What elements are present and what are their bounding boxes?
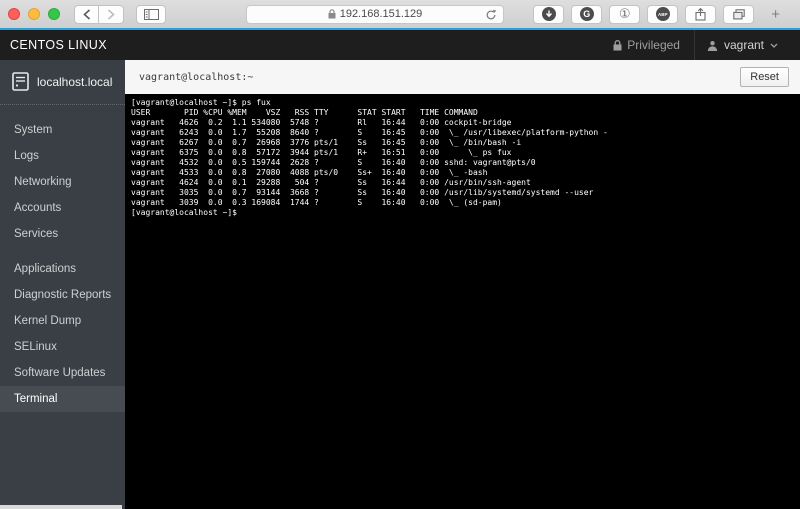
terminal-header: vagrant@localhost:~ Reset [125, 60, 800, 94]
grammarly-icon: G [580, 7, 594, 21]
sidebar-nav: System Logs Networking Accounts Services… [0, 105, 125, 412]
navbar-right: Privileged vagrant [599, 30, 790, 60]
privileged-indicator[interactable]: Privileged [599, 38, 694, 52]
main-panel: vagrant@localhost:~ Reset [vagrant@local… [125, 60, 800, 509]
sidebar-item-system[interactable]: System [0, 117, 125, 143]
url-text: 192.168.151.129 [340, 8, 423, 20]
tabs-icon [733, 9, 745, 20]
host-selector[interactable]: localhost.locald... [0, 60, 125, 105]
sidebar-item-diagnostic-reports[interactable]: Diagnostic Reports [0, 282, 125, 308]
terminal-screen[interactable]: [vagrant@localhost ~]$ ps fux USER PID %… [125, 94, 800, 509]
grammarly-extension-button[interactable]: G [571, 5, 602, 24]
sidebar-item-logs[interactable]: Logs [0, 143, 125, 169]
terminal-output: [vagrant@localhost ~]$ ps fux USER PID %… [131, 98, 800, 218]
reset-button[interactable]: Reset [740, 67, 789, 87]
sidebar-item-software-updates[interactable]: Software Updates [0, 360, 125, 386]
new-tab-button[interactable]: + [765, 6, 786, 23]
sidebar-item-services[interactable]: Services [0, 221, 125, 247]
sidebar-item-selinux[interactable]: SELinux [0, 334, 125, 360]
window-controls [8, 8, 60, 20]
forward-button[interactable] [99, 5, 124, 24]
back-button[interactable] [74, 5, 99, 24]
terminal-title: vagrant@localhost:~ [139, 72, 253, 83]
sidebar-item-kernel-dump[interactable]: Kernel Dump [0, 308, 125, 334]
share-icon [695, 8, 706, 21]
close-window-icon[interactable] [8, 8, 20, 20]
host-label: localhost.locald... [37, 75, 113, 89]
server-icon [12, 72, 29, 91]
brand-title: CENTOS LINUX [10, 38, 107, 52]
app-body: localhost.locald... System Logs Networki… [0, 60, 800, 509]
browser-toolbar: 192.168.151.129 G ① ABP + [0, 0, 800, 28]
sidebar: localhost.locald... System Logs Networki… [0, 60, 125, 509]
adblock-icon: ABP [656, 7, 670, 21]
lock-icon [613, 40, 622, 51]
user-icon [707, 40, 718, 51]
zoom-window-icon[interactable] [48, 8, 60, 20]
tab-overview-button[interactable] [723, 5, 754, 24]
onepassword-icon: ① [619, 8, 631, 21]
share-button[interactable] [685, 5, 716, 24]
download-icon [542, 7, 556, 21]
minimize-window-icon[interactable] [28, 8, 40, 20]
sidebar-item-applications[interactable]: Applications [0, 256, 125, 282]
sidebar-item-networking[interactable]: Networking [0, 169, 125, 195]
user-label: vagrant [724, 38, 764, 52]
address-bar[interactable]: 192.168.151.129 [246, 5, 504, 24]
sidebar-toggle-icon [144, 9, 159, 20]
chevron-down-icon [770, 43, 778, 48]
sidebar-scrollbar[interactable] [0, 505, 122, 509]
refresh-icon[interactable] [485, 9, 497, 21]
user-menu[interactable]: vagrant [695, 38, 790, 52]
sidebar-item-terminal[interactable]: Terminal [0, 386, 125, 412]
download-button[interactable] [533, 5, 564, 24]
sidebar-toggle-button[interactable] [136, 5, 166, 24]
forward-icon [107, 9, 115, 20]
back-icon [83, 9, 91, 20]
history-buttons [74, 5, 124, 24]
privileged-label: Privileged [627, 38, 680, 52]
adblock-extension-button[interactable]: ABP [647, 5, 678, 24]
sidebar-item-accounts[interactable]: Accounts [0, 195, 125, 221]
app-navbar: CENTOS LINUX Privileged vagrant [0, 30, 800, 60]
onepassword-extension-button[interactable]: ① [609, 5, 640, 24]
tls-lock-icon [328, 9, 336, 19]
page: 192.168.151.129 G ① ABP + [0, 0, 800, 509]
extension-buttons: G ① ABP + [533, 5, 786, 24]
